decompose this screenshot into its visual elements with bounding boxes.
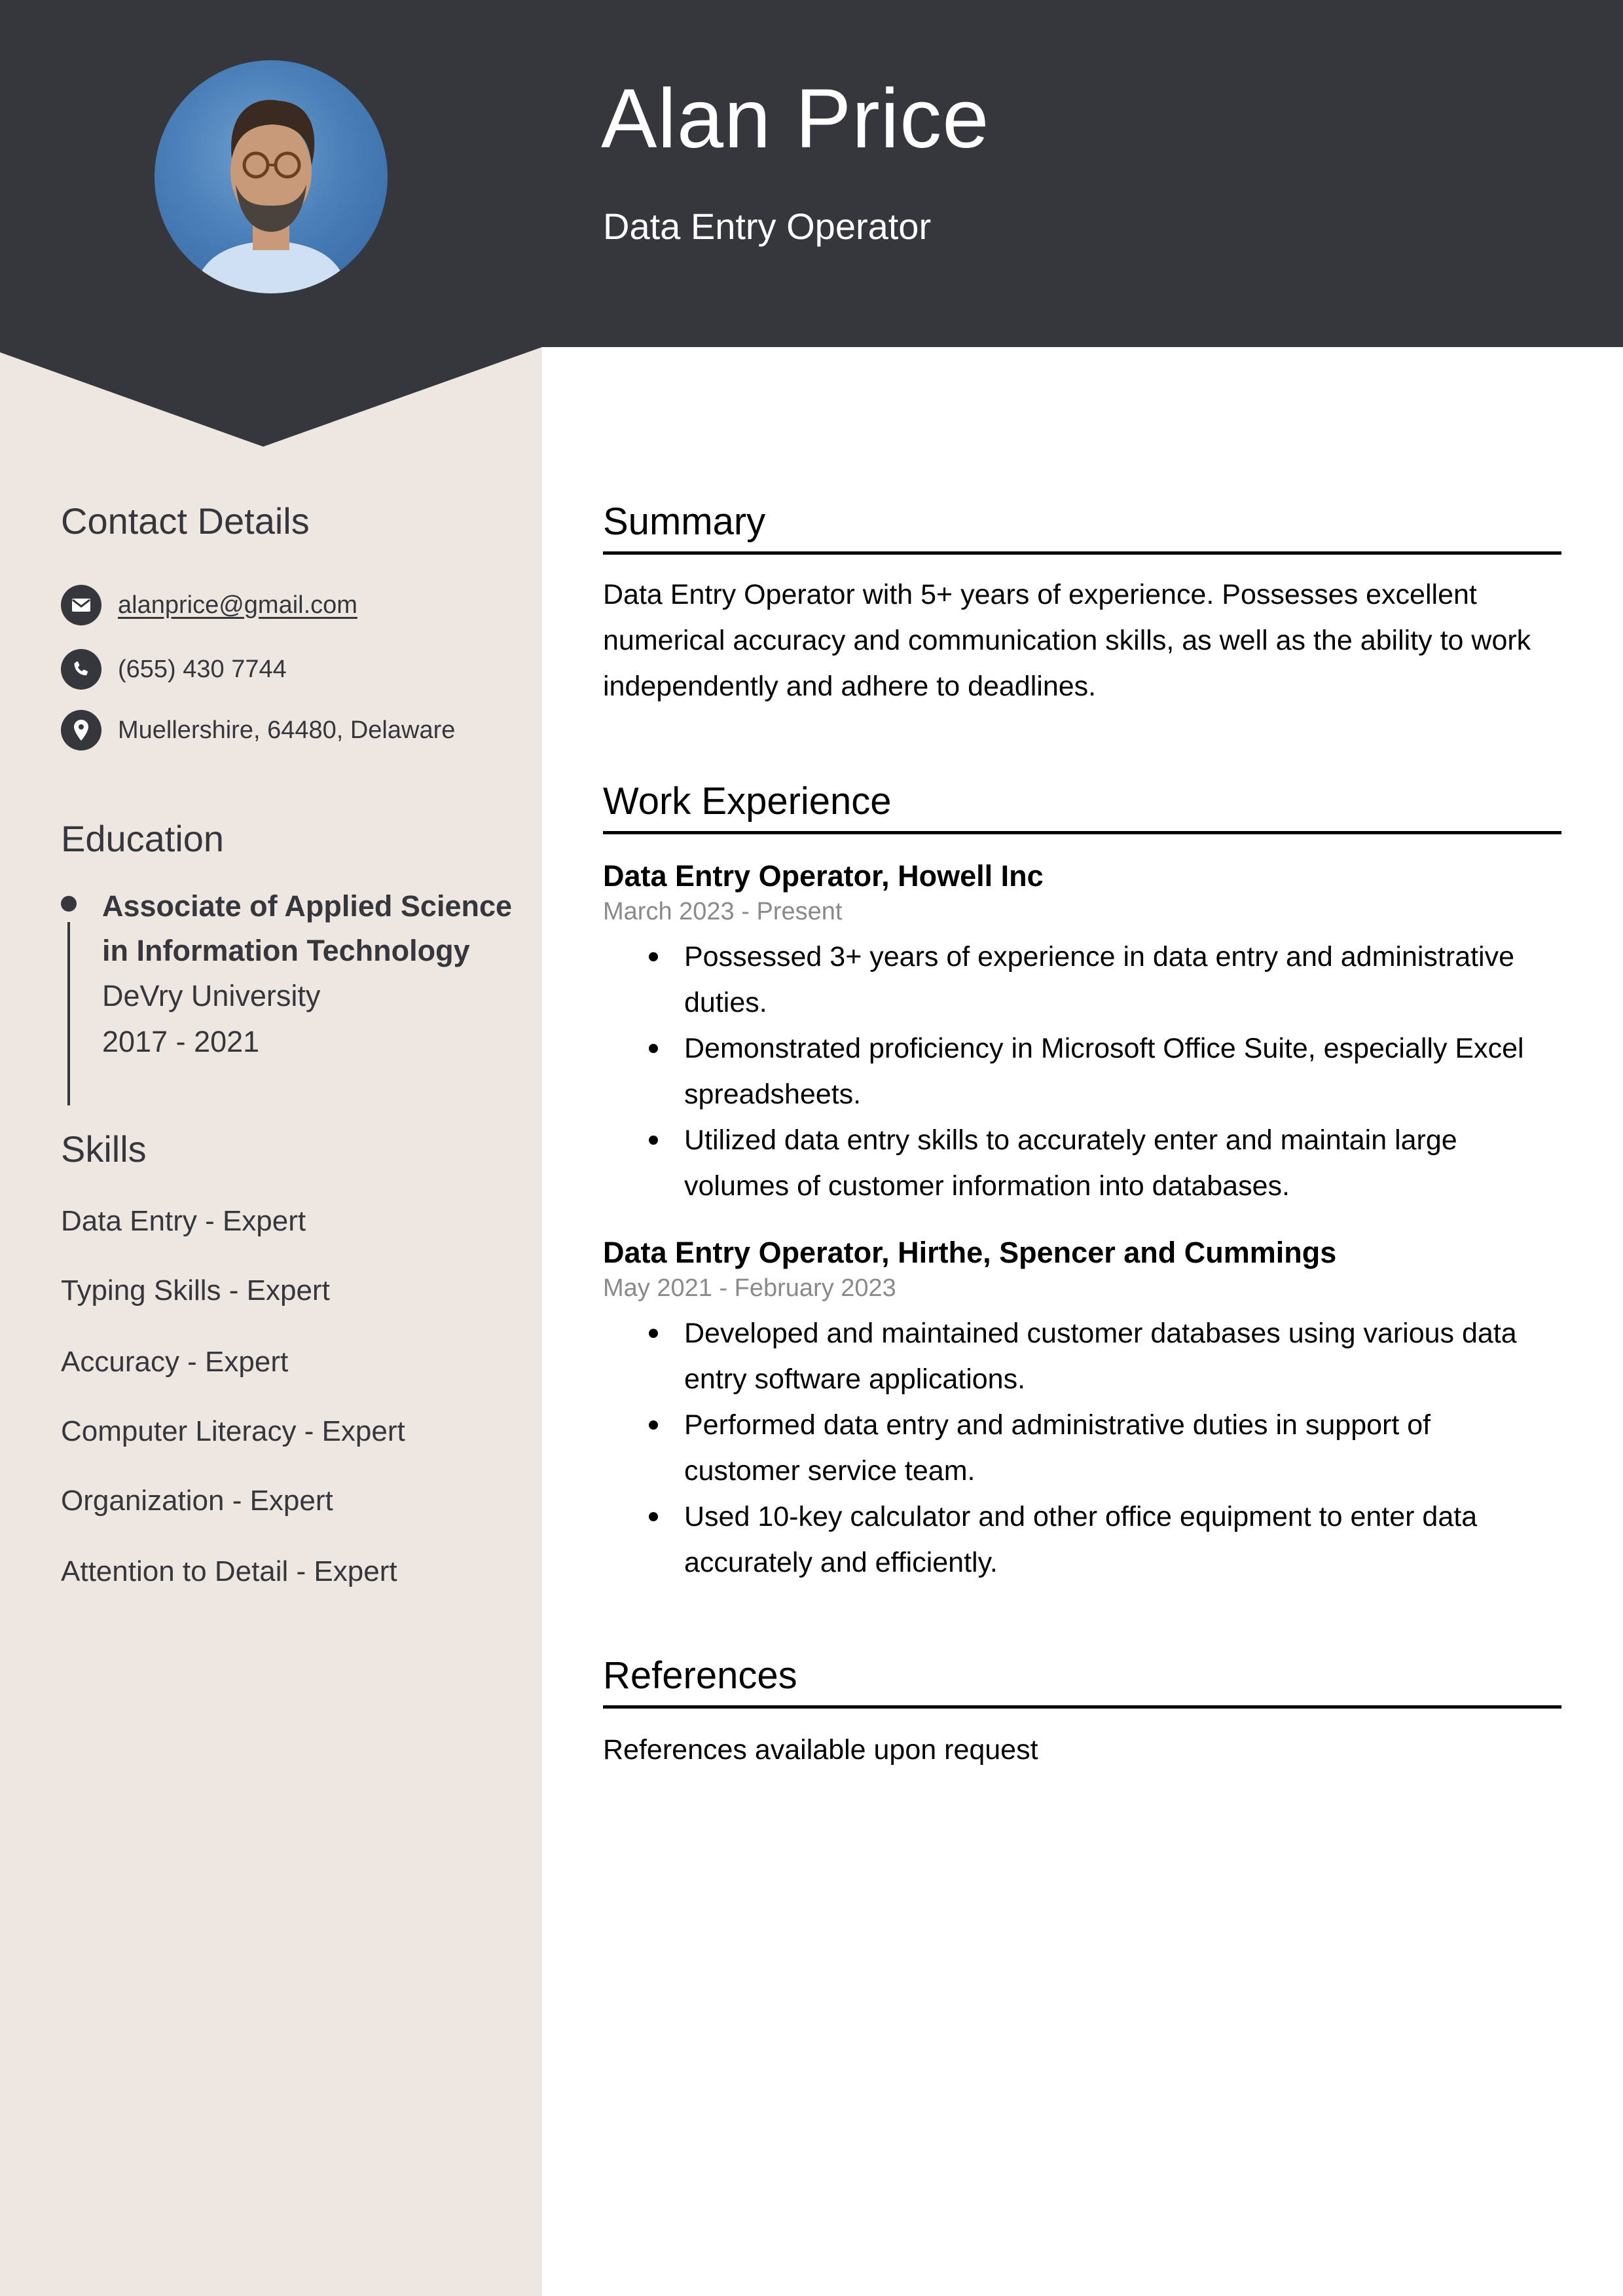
- job-bullets: Developed and maintained customer databa…: [603, 1310, 1546, 1585]
- job-bullet: Used 10-key calculator and other office …: [603, 1494, 1546, 1585]
- bullet-icon: [649, 952, 658, 961]
- education-years: 2017 - 2021: [102, 1025, 260, 1058]
- references-heading: References: [603, 1657, 1561, 1709]
- phone-text: (655) 430 7744: [118, 655, 287, 683]
- person-silhouette-icon: [194, 100, 348, 293]
- bullet-text: Demonstrated proficiency in Microsoft Of…: [684, 1033, 1524, 1110]
- bullet-icon: [649, 1420, 658, 1430]
- skills-heading: Skills: [61, 1128, 147, 1170]
- job-bullet: Developed and maintained customer databa…: [603, 1310, 1546, 1402]
- references-text: References available upon request: [603, 1734, 1038, 1766]
- header-chevron: [0, 341, 542, 447]
- experience-heading: Work Experience: [603, 783, 1561, 834]
- bullet-icon: [649, 1329, 658, 1338]
- summary-heading: Summary: [603, 503, 1561, 555]
- bullet-text: Utilized data entry skills to accurately…: [684, 1124, 1457, 1202]
- bullet-text: Developed and maintained customer databa…: [684, 1318, 1517, 1395]
- job-title: Data Entry Operator, Howell Inc: [603, 859, 1044, 893]
- candidate-title: Data Entry Operator: [603, 206, 932, 247]
- bullet-text: Performed data entry and administrative …: [684, 1409, 1431, 1487]
- skill-item: Accuracy - Expert: [61, 1346, 289, 1378]
- email-link[interactable]: alanprice@gmail.com: [118, 591, 357, 620]
- job-bullet: Demonstrated proficiency in Microsoft Of…: [603, 1026, 1546, 1117]
- bullet-icon: [649, 1044, 658, 1053]
- timeline-line: [67, 922, 70, 1105]
- bullet-text: Possessed 3+ years of experience in data…: [684, 941, 1515, 1018]
- degree-line-2: in Information Technology: [102, 934, 470, 967]
- envelope-icon: [61, 585, 101, 625]
- bullet-icon: [649, 1136, 658, 1145]
- school-name: DeVry University: [102, 979, 321, 1012]
- map-pin-icon: [61, 710, 101, 750]
- skill-item: Data Entry - Expert: [61, 1205, 306, 1237]
- timeline-dot: [61, 896, 77, 912]
- contact-email[interactable]: alanprice@gmail.com: [61, 585, 357, 625]
- phone-icon: [61, 649, 101, 690]
- skill-item: Organization - Expert: [61, 1485, 333, 1517]
- contact-heading: Contact Details: [61, 500, 310, 542]
- contact-address: Muellershire, 64480, Delaware: [61, 710, 455, 750]
- bullet-text: Used 10-key calculator and other office …: [684, 1501, 1478, 1578]
- job-bullet: Performed data entry and administrative …: [603, 1402, 1546, 1494]
- education-heading: Education: [61, 818, 225, 859]
- address-text: Muellershire, 64480, Delaware: [118, 716, 456, 744]
- skill-item: Computer Literacy - Expert: [61, 1415, 405, 1447]
- profile-photo: [155, 60, 388, 293]
- summary-text: Data Entry Operator with 5+ years of exp…: [603, 579, 1531, 702]
- job-title: Data Entry Operator, Hirthe, Spencer and…: [603, 1236, 1337, 1269]
- bullet-icon: [649, 1512, 658, 1521]
- job-bullets: Possessed 3+ years of experience in data…: [603, 934, 1546, 1209]
- job-dates: March 2023 - Present: [603, 898, 843, 925]
- skill-item: Attention to Detail - Expert: [61, 1555, 397, 1587]
- contact-phone: (655) 430 7744: [61, 649, 287, 690]
- skill-item: Typing Skills - Expert: [61, 1274, 330, 1306]
- job-dates: May 2021 - February 2023: [603, 1274, 896, 1302]
- degree-line-1: Associate of Applied Science: [102, 889, 513, 923]
- job-bullet: Utilized data entry skills to accurately…: [603, 1117, 1546, 1209]
- candidate-name: Alan Price: [601, 72, 990, 166]
- job-bullet: Possessed 3+ years of experience in data…: [603, 934, 1546, 1026]
